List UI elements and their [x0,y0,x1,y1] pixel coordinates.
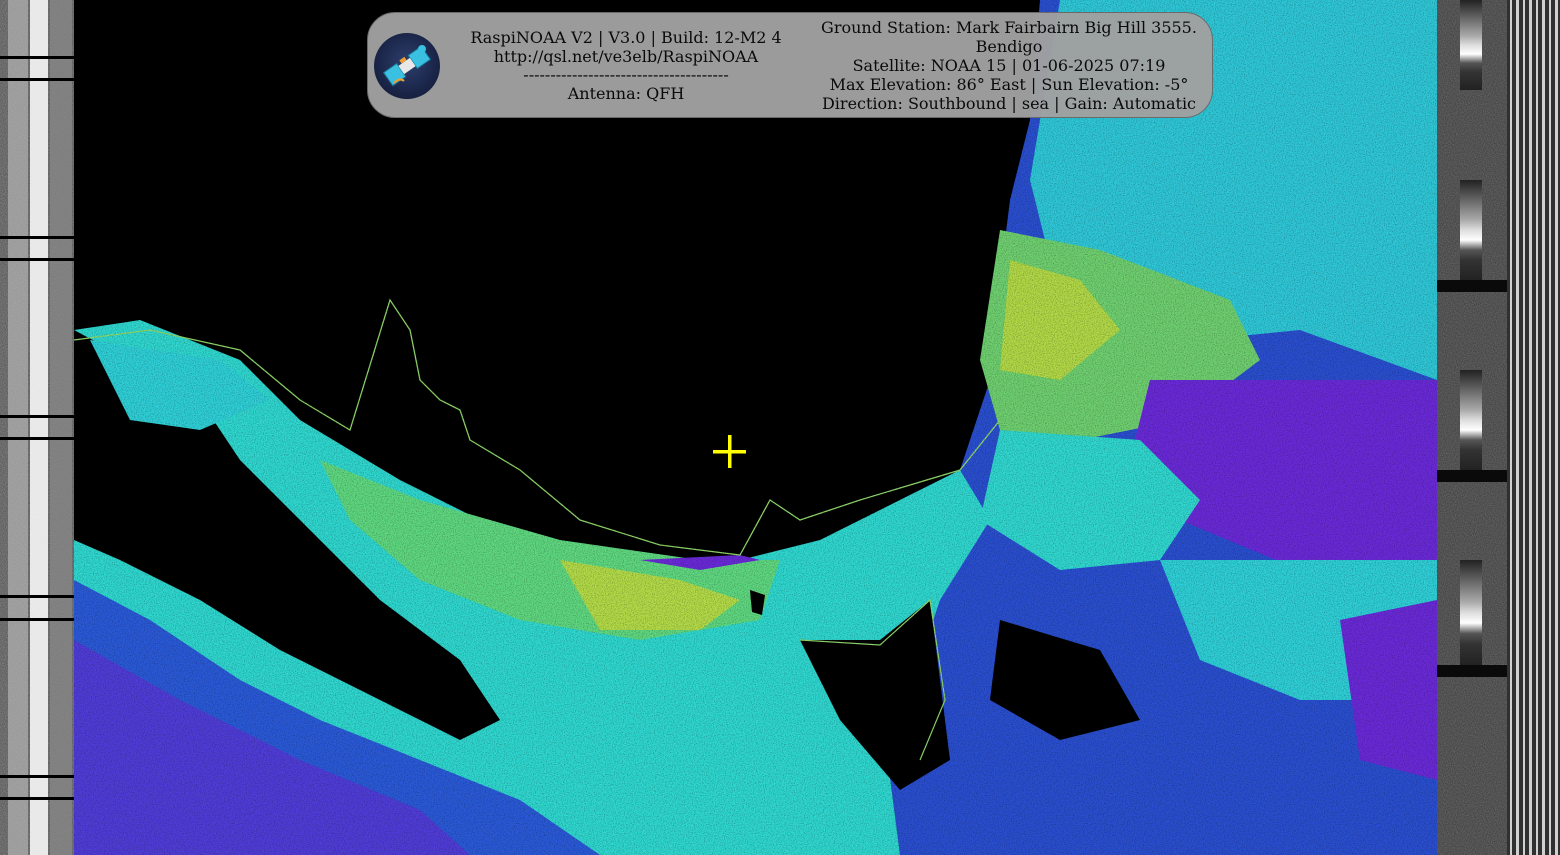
project-url: http://qsl.net/ve3elb/RaspiNOAA [493,47,759,66]
left-sync-strip [0,0,74,855]
satellite-pass: Satellite: NOAA 15 | 01-06-2025 07:19 [852,56,1166,75]
antenna-info: Antenna: QFH [567,84,685,103]
elevation-info: Max Elevation: 86° East | Sun Elevation:… [829,75,1189,94]
pass-info-overlay: RaspiNOAA V2 | V3.0 | Build: 12-M2 4 htt… [367,12,1213,118]
app-version: RaspiNOAA V2 | V3.0 | Build: 12-M2 4 [470,28,782,47]
ground-station: Ground Station: Mark Fairbairn Big Hill … [821,18,1197,37]
satellite-image [0,0,1560,855]
direction-info: Direction: Southbound | sea | Gain: Auto… [821,94,1197,113]
separator: -------------------------------------- [523,65,729,84]
pass-details: Ground Station: Mark Fairbairn Big Hill … [814,18,1204,113]
cloud-field [73,0,1437,855]
satellite-icon [374,33,440,99]
ground-station-city: Bendigo [975,37,1043,56]
software-info: RaspiNOAA V2 | V3.0 | Build: 12-M2 4 htt… [460,28,792,103]
right-telemetry-strip [1437,0,1560,855]
